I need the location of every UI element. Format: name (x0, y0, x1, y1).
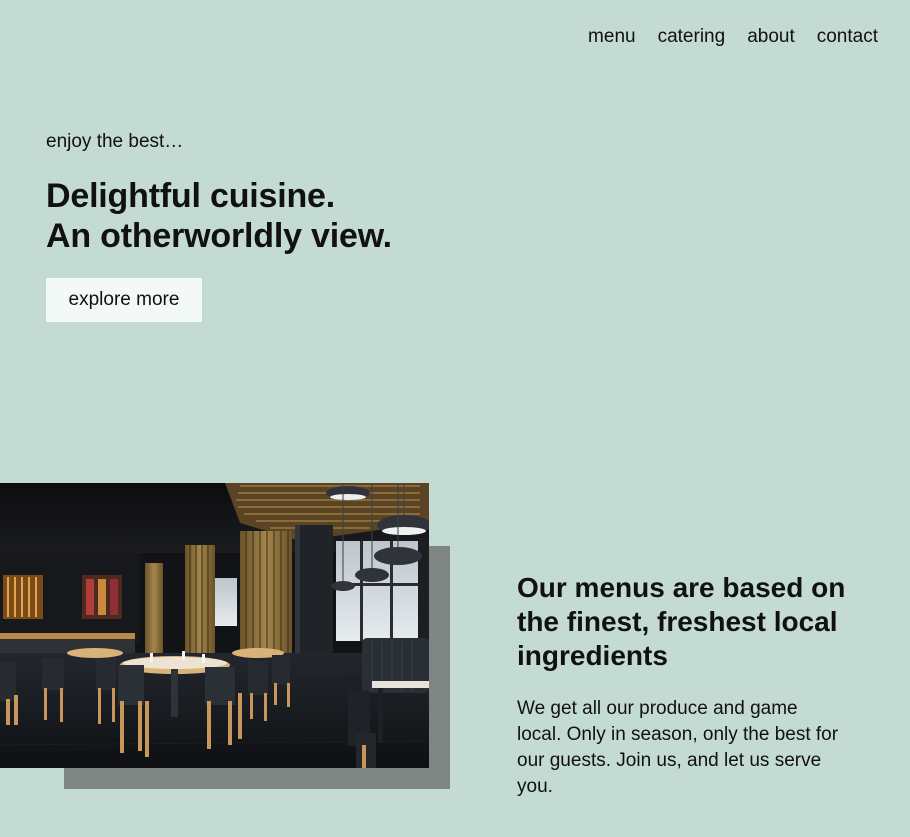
feature-body: We get all our produce and game local. O… (517, 698, 839, 797)
hero-title-line-2: An otherworldly view. (46, 217, 392, 255)
explore-more-button[interactable]: explore more (46, 278, 202, 322)
hero-title: Delightful cuisine. An otherworldly view… (46, 176, 392, 256)
nav-link-menu[interactable]: menu (588, 26, 636, 48)
feature-heading: Our menus are based on the finest, fresh… (517, 572, 846, 671)
nav-link-about[interactable]: about (747, 26, 795, 48)
nav-link-contact[interactable]: contact (817, 26, 878, 48)
hero-title-line-1: Delightful cuisine. (46, 177, 336, 215)
hero-eyebrow: enjoy the best… (46, 131, 184, 152)
nav-link-catering[interactable]: catering (658, 26, 726, 48)
restaurant-interior-photo (0, 483, 429, 768)
main-nav: menu catering about contact (588, 26, 878, 48)
